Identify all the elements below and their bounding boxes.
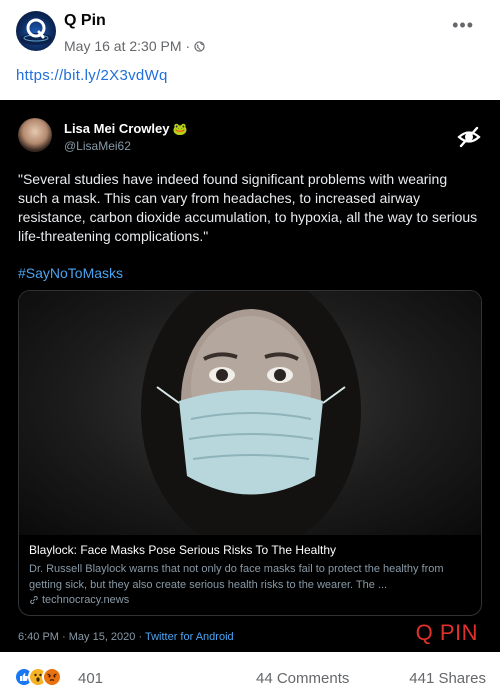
link-icon — [30, 596, 38, 604]
tweet-footer: 6:40 PM · May 15, 2020 · Twitter for And… — [18, 631, 234, 643]
tweet-author-name: Lisa Mei Crowley 🐸 — [64, 121, 187, 136]
card-description: Dr. Russell Blaylock warns that not only… — [29, 563, 444, 591]
globe-icon — [194, 40, 205, 52]
shares-count[interactable]: 441 Shares — [409, 670, 486, 687]
post-header: Q Pin May 16 at 2:30 PM · ••• https://bi… — [0, 0, 500, 100]
angry-reaction-icon — [42, 667, 62, 687]
tweet-text: "Several studies have indeed found signi… — [18, 171, 478, 244]
tweet-author-handle: @LisaMei62 — [64, 139, 131, 153]
post-footer: 401 44 Comments 441 Shares — [0, 660, 500, 698]
card-domain: technocracy.news — [29, 594, 129, 606]
q-pin-watermark: Q PIN — [415, 620, 478, 645]
tweet-time: 6:40 PM · May 15, 2020 · — [18, 631, 145, 643]
frog-emoji: 🐸 — [172, 122, 188, 136]
reaction-count[interactable]: 401 — [78, 670, 103, 687]
tweet-author-name-text: Lisa Mei Crowley — [64, 121, 170, 136]
link-preview-card: Blaylock: Face Masks Pose Serious Risks … — [18, 290, 482, 616]
tweet-hashtag: #SayNoToMasks — [18, 265, 124, 281]
page-avatar[interactable] — [16, 11, 56, 51]
meta-separator: · — [185, 38, 191, 54]
card-title: Blaylock: Face Masks Pose Serious Risks … — [29, 543, 337, 557]
tweet-source: Twitter for Android — [144, 631, 234, 643]
post-meta: May 16 at 2:30 PM · — [64, 38, 205, 54]
page-name[interactable]: Q Pin — [64, 12, 106, 30]
tweet-screenshot: Lisa Mei Crowley 🐸 @LisaMei62 "Several st… — [0, 100, 500, 652]
more-icon[interactable]: ••• — [452, 16, 474, 34]
post-timestamp[interactable]: May 16 at 2:30 PM — [64, 38, 182, 54]
reactions[interactable] — [14, 667, 74, 689]
card-domain-text: technocracy.news — [42, 594, 130, 606]
comments-count[interactable]: 44 Comments — [256, 670, 349, 687]
hide-icon — [457, 126, 481, 148]
card-image — [19, 291, 481, 535]
post-link[interactable]: https://bit.ly/2X3vdWq — [16, 67, 168, 84]
tweet-author-avatar — [18, 118, 52, 152]
